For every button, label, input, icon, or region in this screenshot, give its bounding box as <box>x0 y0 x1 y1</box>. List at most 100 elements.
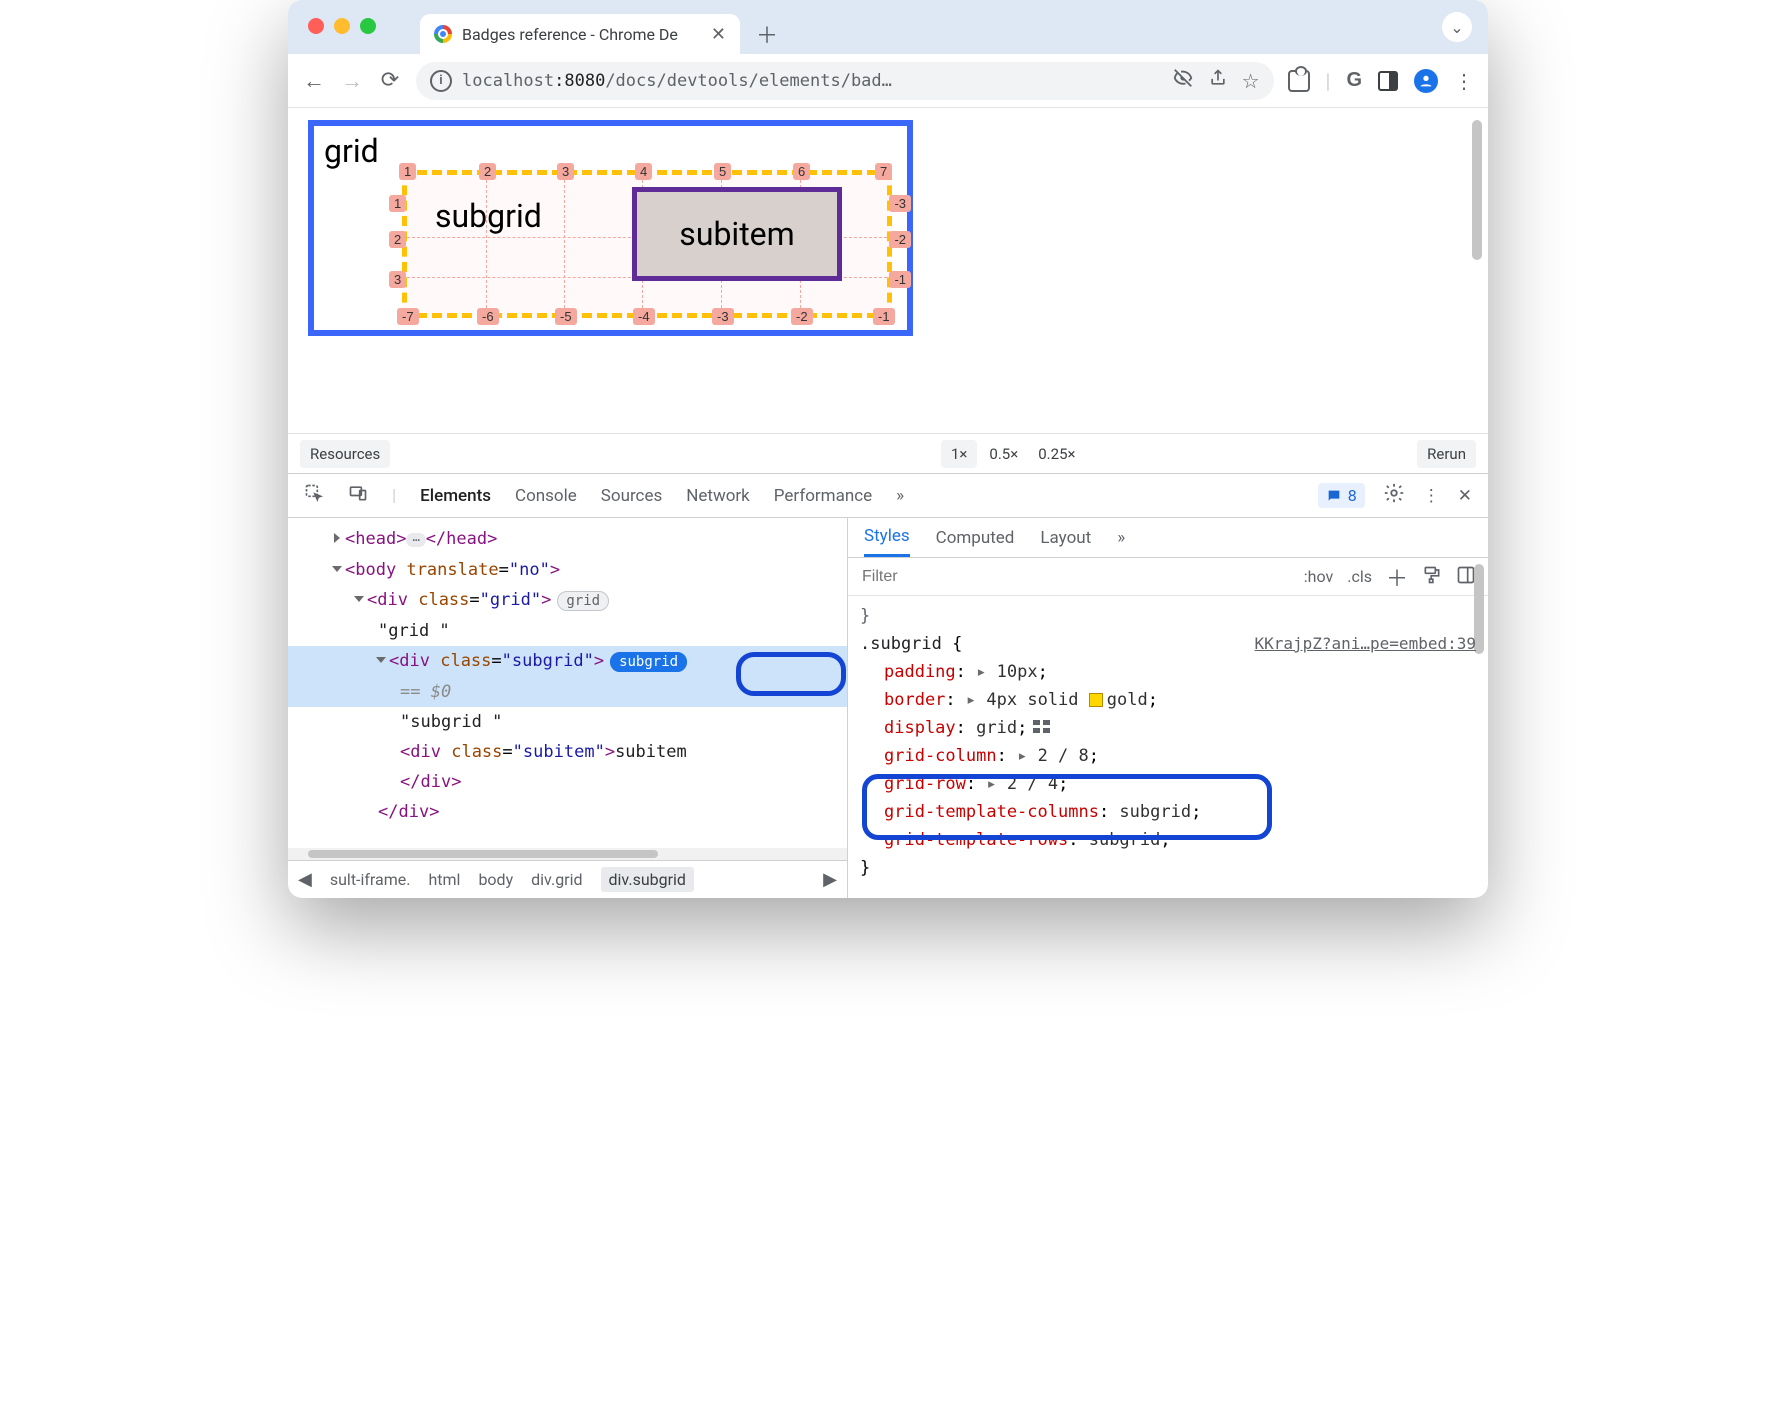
tab-layout[interactable]: Layout <box>1040 528 1091 548</box>
subgrid-container-overlay: subgrid subitem 1 2 3 4 5 6 7 1 2 3 -3 -… <box>402 170 892 318</box>
hov-button[interactable]: :hov <box>1304 567 1333 586</box>
css-selector[interactable]: .subgrid <box>860 634 942 654</box>
eye-off-icon[interactable] <box>1172 67 1194 94</box>
grid-line-number: 6 <box>793 163 810 180</box>
grid-line-number: -5 <box>555 308 577 325</box>
issues-button[interactable]: 8 <box>1318 483 1365 508</box>
crumb-iframe[interactable]: sult-iframe. <box>330 870 411 889</box>
bookmark-icon[interactable]: ☆ <box>1242 69 1260 93</box>
css-rule-grid-row[interactable]: grid-row: ▸ 2 / 4; <box>860 770 1476 798</box>
profile-avatar-icon[interactable] <box>1414 69 1438 93</box>
tab-console[interactable]: Console <box>515 486 577 506</box>
minimize-window-icon[interactable] <box>334 18 350 34</box>
rerun-button[interactable]: Rerun <box>1417 440 1476 468</box>
grid-line-number: 5 <box>714 163 731 180</box>
devtools-panel: | Elements Console Sources Network Perfo… <box>288 473 1488 898</box>
subitem-box: subitem <box>632 187 842 281</box>
tab-elements[interactable]: Elements <box>420 486 491 506</box>
maximize-window-icon[interactable] <box>360 18 376 34</box>
grid-line-number: 3 <box>389 271 406 288</box>
crumb-grid[interactable]: div.grid <box>531 870 582 889</box>
share-icon[interactable] <box>1208 68 1228 93</box>
grid-line-number: 7 <box>875 163 892 180</box>
browser-tab[interactable]: Badges reference - Chrome De ✕ <box>420 14 740 54</box>
dom-close-subgrid[interactable]: </div> <box>288 797 847 827</box>
settings-icon[interactable] <box>1383 482 1405 509</box>
viewport-scrollbar[interactable] <box>1472 120 1482 260</box>
grid-line-number: 4 <box>635 163 652 180</box>
cls-button[interactable]: .cls <box>1347 567 1372 586</box>
new-tab-button[interactable]: ＋ <box>750 17 784 51</box>
crumb-next-icon[interactable]: ▶ <box>823 869 837 890</box>
device-toggle-icon[interactable] <box>348 483 368 508</box>
css-rule-padding[interactable]: padding: ▸ 10px; <box>860 658 1476 686</box>
dom-node-subgrid[interactable]: <div class="subgrid">subgrid <box>288 646 847 677</box>
tab-network[interactable]: Network <box>686 486 750 506</box>
grid-editor-icon[interactable] <box>1033 720 1050 734</box>
dom-node-head[interactable]: <head>⋯</head> <box>288 524 847 555</box>
styles-filter-input[interactable] <box>860 567 1294 587</box>
inspect-icon[interactable] <box>304 483 324 508</box>
url-text: localhost:8080/docs/devtools/elements/ba… <box>462 71 892 91</box>
css-rule-gtr[interactable]: grid-template-rows: subgrid; <box>860 826 1476 854</box>
devtools-menu-icon[interactable]: ⋮ <box>1423 486 1440 506</box>
css-rule-border[interactable]: border: ▸ 4px solid gold; <box>860 686 1476 714</box>
chrome-favicon-icon <box>434 25 452 43</box>
tab-computed[interactable]: Computed <box>936 528 1015 548</box>
computed-toggle-icon[interactable] <box>1456 565 1476 589</box>
crumb-html[interactable]: html <box>428 870 460 889</box>
css-rule-display[interactable]: display: grid; <box>860 714 1476 742</box>
css-source-link[interactable]: KKrajpZ?ani…pe=embed:39 <box>1254 630 1476 658</box>
grid-line-number: 1 <box>399 163 416 180</box>
tab-performance[interactable]: Performance <box>774 486 872 506</box>
new-rule-icon[interactable]: ＋ <box>1386 561 1408 593</box>
color-swatch-icon[interactable] <box>1089 693 1103 707</box>
dom-close-subitem[interactable]: </div> <box>288 767 847 797</box>
crumb-prev-icon[interactable]: ◀ <box>298 869 312 890</box>
dom-node-subitem[interactable]: <div class="subitem">subitem <box>288 737 847 767</box>
close-window-icon[interactable] <box>308 18 324 34</box>
devtools-toolbar: | Elements Console Sources Network Perfo… <box>288 474 1488 518</box>
site-info-icon[interactable]: i <box>430 70 452 92</box>
elements-h-scrollbar[interactable] <box>288 848 847 860</box>
crumb-body[interactable]: body <box>478 870 513 889</box>
paint-icon[interactable] <box>1422 565 1442 589</box>
dom-node-body[interactable]: <body translate="no"> <box>288 555 847 585</box>
close-tab-icon[interactable]: ✕ <box>711 24 726 45</box>
grid-badge[interactable]: grid <box>557 591 609 611</box>
zoom-05x-button[interactable]: 0.5× <box>981 440 1026 468</box>
dom-text-grid[interactable]: "grid " <box>288 616 847 646</box>
grid-container-overlay: grid subgrid subitem 1 2 3 4 5 6 7 1 2 3… <box>308 120 913 336</box>
subgrid-badge[interactable]: subgrid <box>610 652 687 672</box>
forward-button: → <box>340 69 364 93</box>
address-bar[interactable]: i localhost:8080/docs/devtools/elements/… <box>416 62 1274 100</box>
styles-panel: Styles Computed Layout » :hov .cls ＋ <box>848 518 1488 898</box>
close-devtools-icon[interactable]: ✕ <box>1458 486 1472 506</box>
tab-styles[interactable]: Styles <box>864 518 910 557</box>
google-icon[interactable]: G <box>1346 69 1362 92</box>
grid-line-number: 2 <box>389 231 406 248</box>
grid-line-number: -2 <box>889 231 911 248</box>
css-rule-gtc[interactable]: grid-template-columns: subgrid; <box>860 798 1476 826</box>
breadcrumb: ◀ sult-iframe. html body div.grid div.su… <box>288 860 847 898</box>
dom-node-grid[interactable]: <div class="grid">grid <box>288 585 847 616</box>
side-panel-icon[interactable] <box>1378 71 1398 91</box>
more-subtabs-icon[interactable]: » <box>1117 528 1125 548</box>
zoom-025x-button[interactable]: 0.25× <box>1030 440 1083 468</box>
more-tabs-icon[interactable]: » <box>896 486 904 506</box>
extensions-icon[interactable] <box>1288 70 1310 92</box>
zoom-1x-button[interactable]: 1× <box>941 440 977 468</box>
dom-text-subgrid[interactable]: "subgrid " <box>288 707 847 737</box>
css-rule-grid-column[interactable]: grid-column: ▸ 2 / 8; <box>860 742 1476 770</box>
dom-selected-indicator: == $0 <box>288 677 847 707</box>
tab-sources[interactable]: Sources <box>601 486 662 506</box>
grid-line-number: 1 <box>389 195 406 212</box>
reload-button[interactable]: ⟳ <box>378 69 402 93</box>
grid-line-number: 2 <box>479 163 496 180</box>
resources-button[interactable]: Resources <box>300 440 390 468</box>
subgrid-label: subgrid <box>435 197 542 235</box>
crumb-subgrid[interactable]: div.subgrid <box>601 867 694 892</box>
back-button[interactable]: ← <box>302 69 326 93</box>
chrome-menu-icon[interactable]: ⋮ <box>1454 69 1474 93</box>
tabs-dropdown-button[interactable]: ⌄ <box>1442 12 1472 42</box>
